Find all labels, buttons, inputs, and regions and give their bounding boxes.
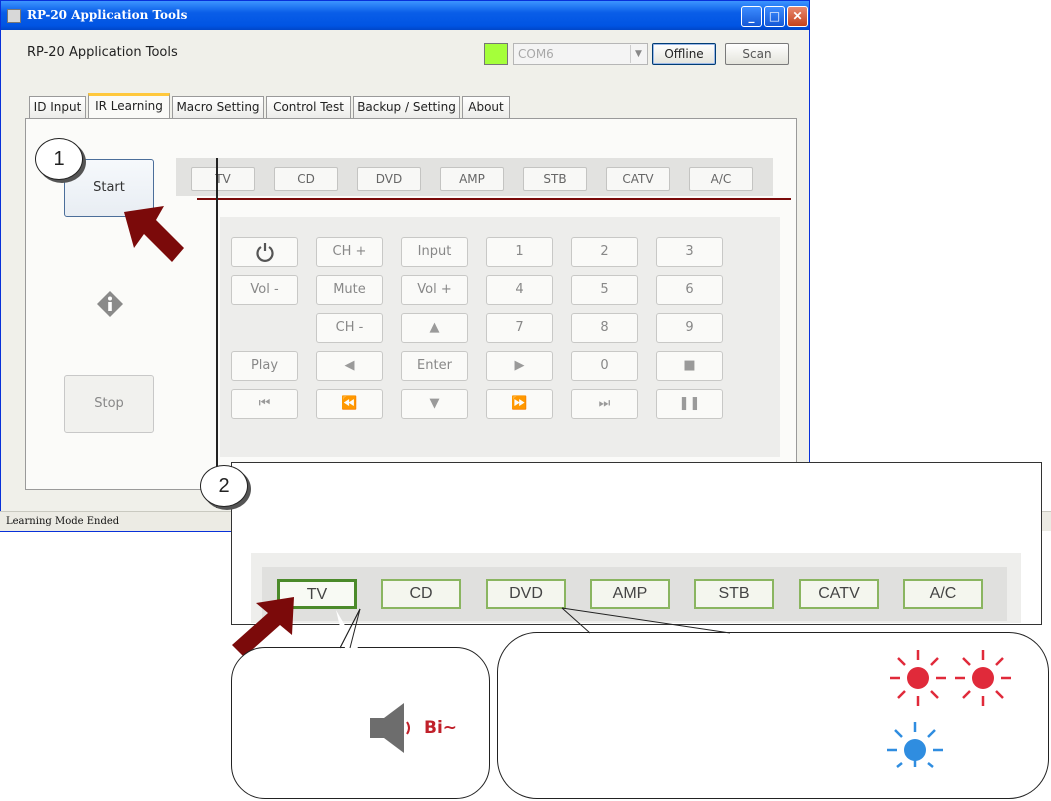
speaker-icon: [370, 703, 410, 753]
chevron-down-icon[interactable]: ▼: [630, 45, 646, 63]
tab-ir-learning[interactable]: IR Learning: [88, 93, 170, 119]
digit-6-key[interactable]: 6: [656, 275, 723, 305]
digit-7-key[interactable]: 7: [486, 313, 553, 343]
stop-square-icon: ■: [683, 358, 696, 373]
vol-minus-key[interactable]: Vol -: [231, 275, 298, 305]
device-ac-button[interactable]: A/C: [689, 167, 753, 191]
pause-key[interactable]: ❚❚: [656, 389, 723, 419]
app-icon: [7, 9, 21, 23]
title-bar: RP-20 Application Tools _ □ ✕: [1, 1, 809, 30]
pause-icon: ❚❚: [678, 396, 701, 411]
device-stb-button[interactable]: STB: [523, 167, 587, 191]
input-key[interactable]: Input: [401, 237, 468, 267]
digit-9-key[interactable]: 9: [656, 313, 723, 343]
offline-button[interactable]: Offline: [652, 43, 716, 65]
callout-connector-line: [216, 158, 218, 508]
mute-key[interactable]: Mute: [316, 275, 383, 305]
fast-forward-icon: ⏩: [511, 396, 528, 411]
triangle-right-icon: ▶: [514, 358, 525, 373]
red-led-icon: [955, 650, 1011, 706]
play-key[interactable]: Play: [231, 351, 298, 381]
scan-button[interactable]: Scan: [725, 43, 789, 65]
tab-macro-setting[interactable]: Macro Setting: [172, 96, 264, 118]
ch-minus-key[interactable]: CH -: [316, 313, 383, 343]
tab-backup-setting[interactable]: Backup / Setting: [353, 96, 460, 118]
digit-8-key[interactable]: 8: [571, 313, 638, 343]
up-arrow-key[interactable]: ▲: [401, 313, 468, 343]
digit-0-key[interactable]: 0: [571, 351, 638, 381]
device-tv-button[interactable]: TV: [191, 167, 255, 191]
com-port-select[interactable]: COM6 ▼: [513, 43, 648, 65]
beep-sound-text: Bi~: [424, 718, 458, 738]
triangle-up-icon: ▲: [429, 320, 440, 335]
connection-status-indicator: [484, 43, 508, 65]
info-icon: [97, 291, 123, 317]
minimize-button[interactable]: _: [741, 6, 762, 27]
digit-4-key[interactable]: 4: [486, 275, 553, 305]
digit-1-key[interactable]: 1: [486, 237, 553, 267]
next-track-key[interactable]: ⏭: [571, 389, 638, 419]
left-arrow-key[interactable]: ◀: [316, 351, 383, 381]
power-key[interactable]: [231, 237, 298, 267]
skip-forward-icon: ⏭: [598, 396, 611, 411]
red-led-icon: [890, 650, 946, 706]
device-catv-button[interactable]: CATV: [606, 167, 670, 191]
rewind-key[interactable]: ⏪: [316, 389, 383, 419]
close-button[interactable]: ✕: [787, 6, 808, 27]
digit-5-key[interactable]: 5: [571, 275, 638, 305]
vol-plus-key[interactable]: Vol +: [401, 275, 468, 305]
maximize-button[interactable]: □: [764, 6, 785, 27]
enter-key[interactable]: Enter: [401, 351, 468, 381]
tab-id-input[interactable]: ID Input: [29, 96, 86, 118]
digit-3-key[interactable]: 3: [656, 237, 723, 267]
power-icon: [255, 243, 274, 262]
blue-led-icon: [887, 722, 943, 768]
com-port-value: COM6: [518, 47, 554, 61]
tab-control-test[interactable]: Control Test: [266, 96, 351, 118]
arrow-pointer-icon: [124, 206, 184, 262]
tab-about[interactable]: About: [462, 96, 510, 118]
triangle-left-icon: ◀: [344, 358, 355, 373]
right-arrow-key[interactable]: ▶: [486, 351, 553, 381]
stop-key[interactable]: ■: [656, 351, 723, 381]
previous-track-key[interactable]: ⏮: [231, 389, 298, 419]
skip-back-icon: ⏮: [258, 396, 271, 411]
device-dvd-button[interactable]: DVD: [357, 167, 421, 191]
ch-plus-key[interactable]: CH +: [316, 237, 383, 267]
triangle-down-icon: ▼: [429, 396, 440, 411]
step-2-marker: 2: [200, 465, 248, 507]
rewind-icon: ⏪: [341, 396, 358, 411]
app-title-label: RP-20 Application Tools: [27, 45, 178, 60]
digit-2-key[interactable]: 2: [571, 237, 638, 267]
led-indicators: [887, 650, 1011, 768]
device-amp-button[interactable]: AMP: [440, 167, 504, 191]
step-1-marker: 1: [35, 138, 83, 180]
underline-divider: [197, 198, 791, 200]
device-cd-button[interactable]: CD: [274, 167, 338, 191]
fast-forward-key[interactable]: ⏩: [486, 389, 553, 419]
down-arrow-key[interactable]: ▼: [401, 389, 468, 419]
window-title: RP-20 Application Tools: [27, 8, 188, 22]
stop-button[interactable]: Stop: [64, 375, 154, 433]
